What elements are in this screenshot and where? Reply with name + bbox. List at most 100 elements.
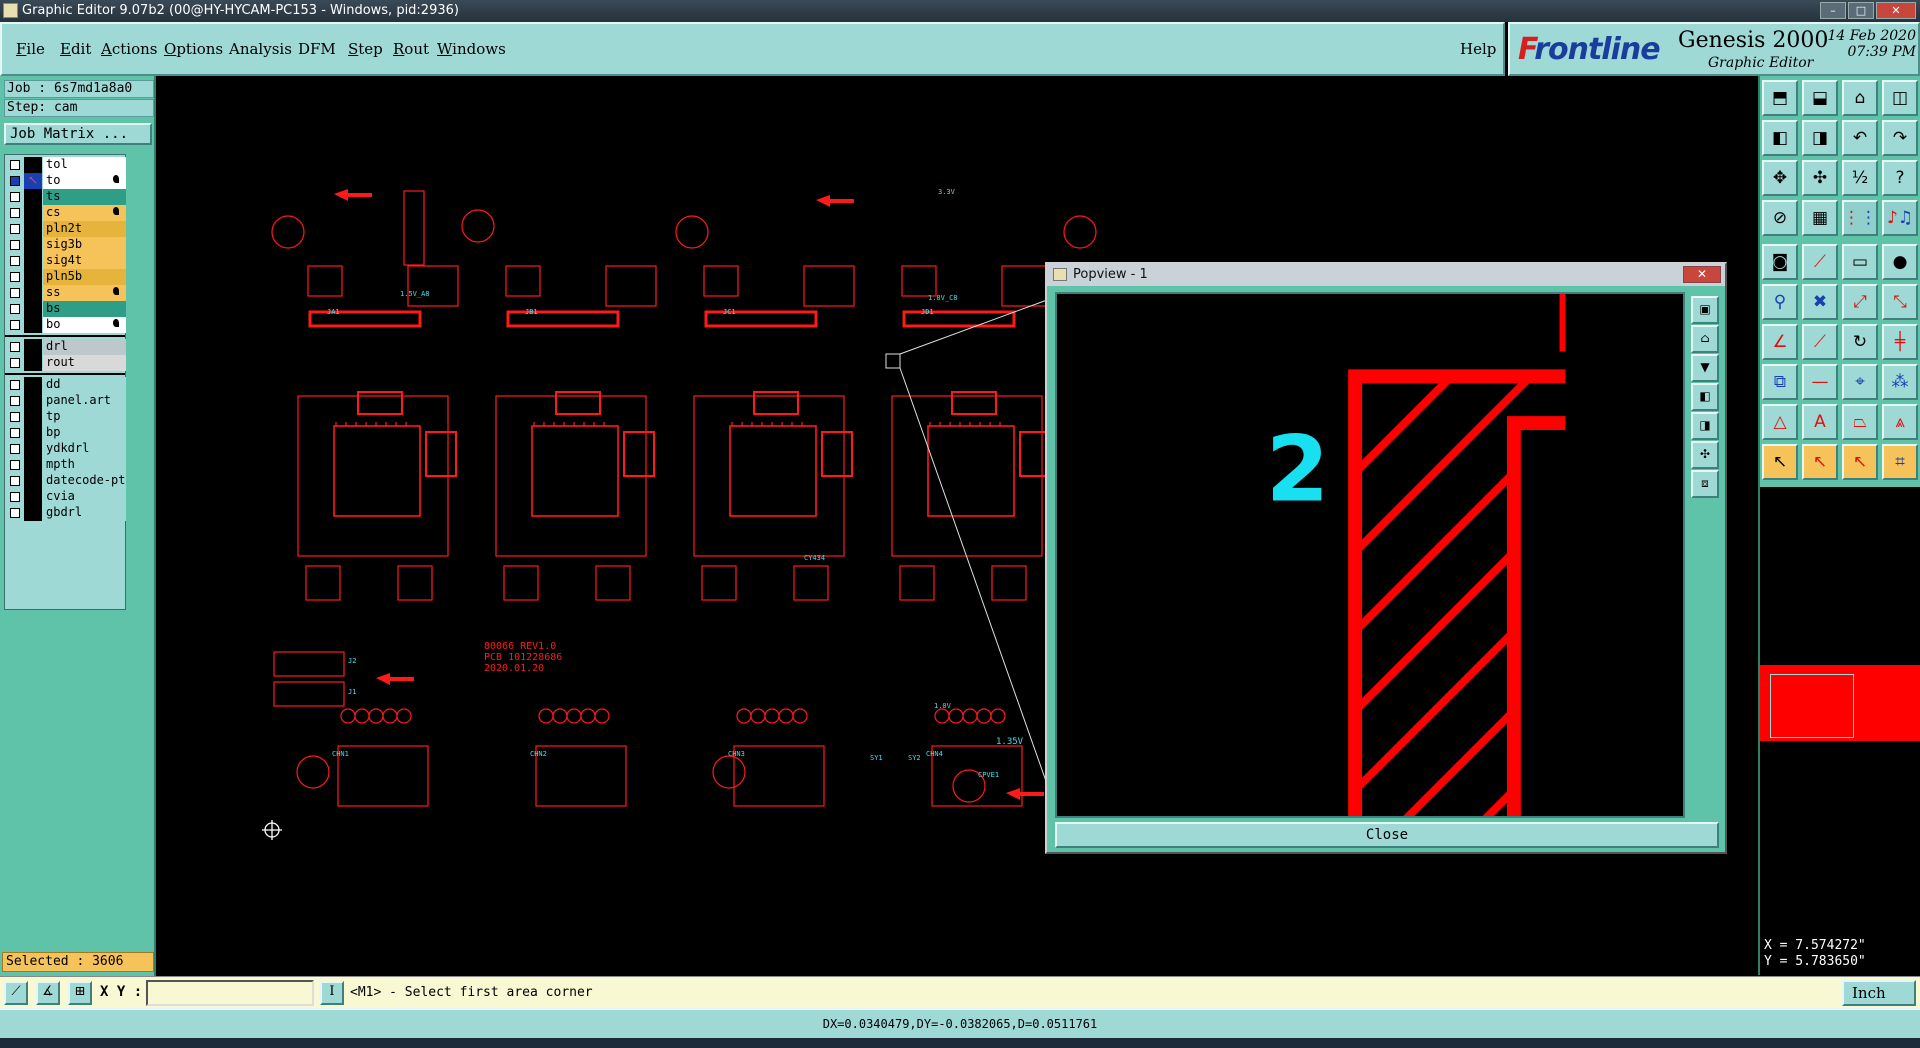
save-icon[interactable]: ⬓ <box>1802 80 1838 116</box>
ruler-icon[interactable]: ▭ <box>1842 244 1878 280</box>
pad-icon[interactable]: ● <box>1882 244 1918 280</box>
layer-row[interactable]: panel.art <box>5 393 126 409</box>
layer-name[interactable]: bp <box>43 425 126 441</box>
layer-row[interactable]: pln2t <box>5 221 126 237</box>
layer-row[interactable]: bs <box>5 301 126 317</box>
layer-row[interactable]: drl <box>5 339 126 355</box>
line-icon[interactable]: ∠ <box>1762 324 1798 360</box>
layer-row[interactable]: ↖ to <box>5 173 126 189</box>
layer-row[interactable]: gbdrl <box>5 505 126 521</box>
grid-mode-icon[interactable]: ⊞ <box>68 981 92 1005</box>
nodes-icon[interactable]: ⁂ <box>1882 364 1918 400</box>
copy-feature-icon[interactable]: ⤡ <box>1882 284 1918 320</box>
delete-feature-icon[interactable]: ✖ <box>1802 284 1838 320</box>
layer-name[interactable]: tol <box>43 157 126 173</box>
layer-name[interactable]: rout <box>43 355 126 371</box>
popview-close-icon[interactable]: ✕ <box>1683 266 1721 283</box>
popview-home-icon[interactable]: ⌂ <box>1691 325 1719 353</box>
close-window-button[interactable]: ✕ <box>1876 2 1916 19</box>
angle-mode-icon[interactable]: ∡ <box>36 981 60 1005</box>
select-pointer-icon[interactable]: ↖ <box>1762 444 1798 480</box>
popview-canvas[interactable]: 2 <box>1055 292 1685 818</box>
menu-step[interactable]: Step <box>348 40 383 58</box>
layer-checkbox[interactable] <box>10 176 20 186</box>
popview-titlebar[interactable]: Popview - 1 ✕ <box>1047 264 1725 286</box>
layer-marker[interactable] <box>24 157 42 173</box>
layer-marker[interactable] <box>24 393 42 409</box>
popview-open-icon[interactable]: ▣ <box>1691 296 1719 324</box>
layer-checkbox[interactable] <box>10 412 20 422</box>
grid-icon[interactable]: ▦ <box>1802 200 1838 236</box>
layer-name[interactable]: drl <box>43 339 126 355</box>
menu-rout[interactable]: Rout <box>393 40 429 58</box>
layer-name[interactable]: panel.art <box>43 393 126 409</box>
layer-marker[interactable] <box>24 301 42 317</box>
text-cursor-icon[interactable]: I <box>320 981 344 1005</box>
layer-marker[interactable] <box>24 409 42 425</box>
menu-file[interactable]: File <box>16 40 45 58</box>
zoom-forward-icon[interactable]: ↷ <box>1882 120 1918 156</box>
select-net-icon[interactable]: ⌗ <box>1882 444 1918 480</box>
layer-checkbox[interactable] <box>10 460 20 470</box>
layer-name[interactable]: pln5b <box>43 269 126 285</box>
overview-map[interactable] <box>1758 487 1920 935</box>
layer-name[interactable]: bs <box>43 301 126 317</box>
add-feature-icon[interactable]: ⚲ <box>1762 284 1798 320</box>
popview-prev-icon[interactable]: ◧ <box>1691 383 1719 411</box>
layer-checkbox[interactable] <box>10 476 20 486</box>
xy-input[interactable] <box>146 980 314 1006</box>
layer-marker[interactable] <box>24 457 42 473</box>
select-area-icon[interactable]: ↖ <box>1802 444 1838 480</box>
layer-checkbox[interactable] <box>10 428 20 438</box>
popview-next-icon[interactable]: ◨ <box>1691 412 1719 440</box>
layer-marker[interactable] <box>24 253 42 269</box>
layer-marker[interactable] <box>24 473 42 489</box>
layer-checkbox[interactable] <box>10 160 20 170</box>
layer-marker[interactable] <box>24 377 42 393</box>
layer-marker[interactable] <box>24 205 42 221</box>
snap-mode-icon[interactable]: ⟋ <box>4 981 28 1005</box>
select-poly-icon[interactable]: ↖ <box>1842 444 1878 480</box>
layer-marker[interactable] <box>24 425 42 441</box>
layer-name[interactable]: sig3b <box>43 237 126 253</box>
measure-icon[interactable]: ⊘ <box>1762 200 1798 236</box>
layer-marker[interactable] <box>24 269 42 285</box>
layer-row[interactable]: sig3b <box>5 237 126 253</box>
layer-marker[interactable] <box>24 489 42 505</box>
layer-name[interactable]: pln2t <box>43 221 126 237</box>
layers-icon[interactable]: ♪ ♫ <box>1882 200 1918 236</box>
layer-checkbox[interactable] <box>10 272 20 282</box>
layer-row[interactable]: bo <box>5 317 126 333</box>
triangle-icon[interactable]: △ <box>1762 404 1798 440</box>
help-icon[interactable]: ? <box>1882 160 1918 196</box>
layer-name[interactable]: mpth <box>43 457 126 473</box>
menu-help[interactable]: Help <box>1460 40 1496 58</box>
move-feature-icon[interactable]: ⤢ <box>1842 284 1878 320</box>
layer-marker[interactable] <box>24 505 42 521</box>
layer-marker[interactable] <box>24 221 42 237</box>
surface-icon[interactable]: ╪ <box>1882 324 1918 360</box>
minimize-button[interactable]: – <box>1820 2 1846 19</box>
prev-step-icon[interactable]: ◧ <box>1762 120 1798 156</box>
layer-row[interactable]: cvia <box>5 489 126 505</box>
layer-name[interactable]: gbdrl <box>43 505 126 521</box>
scale-one-to-two-icon[interactable]: ½ <box>1842 160 1878 196</box>
split-view-icon[interactable]: ◫ <box>1882 80 1918 116</box>
layer-row[interactable]: bp <box>5 425 126 441</box>
layer-row[interactable]: rout <box>5 355 126 371</box>
layer-name[interactable]: sig4t <box>43 253 126 269</box>
layer-checkbox[interactable] <box>10 492 20 502</box>
layer-checkbox[interactable] <box>10 396 20 406</box>
layer-marker[interactable] <box>24 189 42 205</box>
maximize-button[interactable]: □ <box>1848 2 1874 19</box>
menu-windows[interactable]: Windows <box>437 40 506 58</box>
home-icon[interactable]: ⌂ <box>1842 80 1878 116</box>
layer-name[interactable]: cvia <box>43 489 126 505</box>
region-icon[interactable]: ⩓ <box>1882 404 1918 440</box>
layer-marker[interactable] <box>24 317 42 333</box>
layer-checkbox[interactable] <box>10 304 20 314</box>
layer-row[interactable]: ss <box>5 285 126 301</box>
open-step-icon[interactable]: ⬒ <box>1762 80 1798 116</box>
layer-checkbox[interactable] <box>10 192 20 202</box>
layer-checkbox[interactable] <box>10 240 20 250</box>
